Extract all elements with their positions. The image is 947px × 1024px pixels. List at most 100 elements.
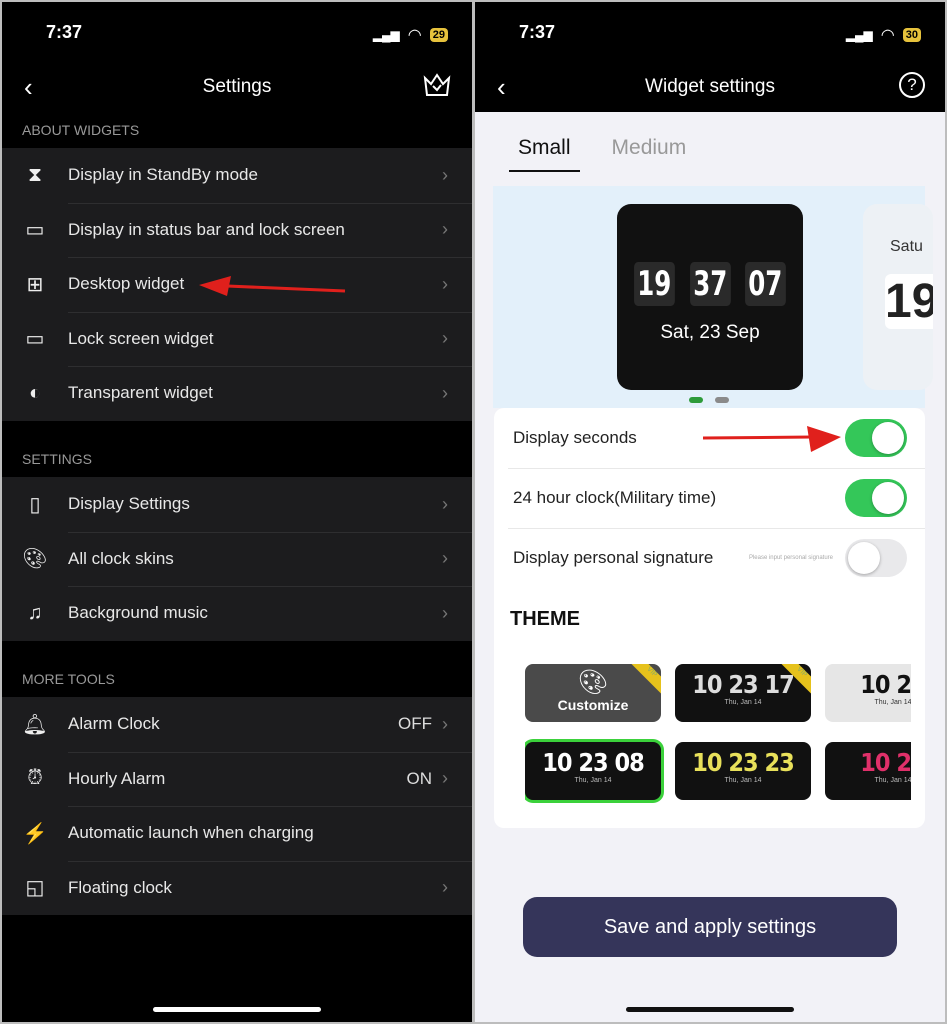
list-item[interactable]: ◱ Floating clock ›	[2, 860, 472, 916]
wifi-icon: ◠	[407, 27, 422, 44]
theme-option[interactable]: 10 23 23 Thu, Jan 14	[675, 742, 811, 800]
page-indicator	[493, 397, 925, 403]
theme-date: Thu, Jan 14	[574, 777, 612, 784]
annotation-arrow-icon	[703, 426, 841, 452]
page-title: Settings	[202, 76, 272, 97]
setting-label: Display personal signature	[513, 548, 714, 567]
battery-icon: 29	[429, 28, 448, 42]
theme-grid: 🎨︎ Customize VIP 10 23 17 Thu, Jan 14 VIP 10 2…	[525, 664, 911, 810]
list-item-label: Background music	[68, 603, 208, 623]
theme-customize[interactable]: 🎨︎ Customize VIP	[525, 664, 661, 722]
toggle-switch[interactable]	[845, 539, 907, 577]
status-time: 7:37	[519, 22, 556, 42]
list-item[interactable]: ▭ Lock screen widget ›	[2, 311, 472, 367]
charging-icon: ⚡	[22, 822, 48, 845]
theme-heading: THEME	[510, 608, 580, 630]
vip-crown-icon[interactable]	[422, 72, 452, 98]
theme-date: Thu, Jan 14	[724, 699, 762, 706]
widget-grid-icon: ⊞	[26, 273, 44, 296]
nav-bar: ‹ Widget settings ?	[475, 64, 945, 108]
battery-icon: 30	[902, 28, 921, 42]
list-item[interactable]: 🔔︎ Alarm Clock OFF ›	[2, 697, 472, 752]
list-item-label: Display in StandBy mode	[68, 165, 258, 185]
theme-option[interactable]: 10 23 17 Thu, Jan 14 VIP	[675, 664, 811, 722]
widget-preview-card-next[interactable]: Satu 19	[863, 204, 933, 390]
bell-icon: 🔔︎	[22, 713, 48, 736]
tablet-icon: ▯	[29, 493, 41, 516]
next-preview-day: Satu	[890, 238, 923, 255]
page-dot-active	[689, 397, 703, 403]
preview-hours: 19	[634, 262, 675, 306]
theme-time: 10 23	[860, 748, 911, 777]
chevron-right-icon: ›	[442, 548, 448, 569]
music-note-icon: ♫	[27, 601, 43, 624]
widget-preview-carousel[interactable]: 19 37 07 Sat, 23 Sep Satu 19	[493, 186, 933, 408]
tab-small[interactable]: Small	[509, 136, 580, 172]
list-item[interactable]: ▯ Display Settings ›	[2, 477, 472, 532]
list-item-label: Floating clock	[68, 877, 172, 897]
half-circle-icon: ◐	[28, 381, 42, 404]
list-item-label: Transparent widget	[68, 383, 213, 403]
page-title: Widget settings	[645, 76, 775, 97]
theme-label: Customize	[557, 697, 629, 713]
save-apply-button[interactable]: Save and apply settings	[523, 897, 897, 957]
home-indicator	[153, 1007, 321, 1012]
setting-label: 24 hour clock(Military time)	[513, 488, 717, 507]
next-preview-digit: 19	[885, 274, 933, 329]
setting-row: 24 hour clock(Military time)	[494, 468, 925, 528]
settings-card: Display seconds 24 hour clock(Military ti…	[494, 408, 925, 828]
list-item-label: Hourly Alarm	[68, 768, 166, 788]
help-icon[interactable]: ?	[899, 72, 925, 98]
preview-minutes: 37	[689, 262, 731, 306]
size-tabs: Small Medium	[509, 136, 686, 172]
tab-medium[interactable]: Medium	[612, 136, 687, 172]
list-item-value: OFF	[398, 714, 432, 734]
theme-option[interactable]: 10 23Thu, Jan 14	[825, 742, 911, 800]
signature-input[interactable]: Please input personal signature	[749, 555, 833, 561]
wifi-icon: ◠	[880, 27, 895, 44]
chevron-right-icon: ›	[442, 164, 448, 185]
preview-seconds: 07	[745, 262, 786, 306]
page-dot	[715, 397, 729, 403]
widget-settings-screen: 7:37 ▂▄▆ ◠ 30 ‹ Widget settings ? Small Me…	[475, 2, 945, 1022]
list-item[interactable]: ⏰︎ Hourly Alarm ON ›	[2, 751, 472, 807]
status-bar: 7:37 ▂▄▆ ◠ 29	[2, 22, 472, 46]
list-item-label: Automatic launch when charging	[68, 823, 314, 843]
list-item[interactable]: ▭ Display in status bar and lock screen ›	[2, 202, 472, 258]
signal-icon: ▂▄▆	[845, 28, 873, 42]
chevron-right-icon: ›	[442, 219, 448, 240]
list-item-label: Alarm Clock	[68, 714, 160, 734]
theme-option[interactable]: 10 23Thu, Jan 14	[825, 664, 911, 722]
widget-preview-card: 19 37 07 Sat, 23 Sep	[617, 204, 803, 390]
list-item[interactable]: 🎨︎ All clock skins ›	[2, 531, 472, 587]
theme-time: 10 23 08	[542, 748, 645, 777]
list-item[interactable]: ⚡ Automatic launch when charging	[2, 806, 472, 861]
list-item[interactable]: ♫ Background music ›	[2, 586, 472, 641]
chevron-right-icon: ›	[442, 768, 448, 789]
signal-icon: ▂▄▆	[372, 28, 400, 42]
chevron-right-icon: ›	[442, 493, 448, 514]
list-item[interactable]: ◐ Transparent widget ›	[2, 366, 472, 421]
theme-option[interactable]: 10 23 08 Thu, Jan 14	[525, 742, 661, 800]
status-bar: 7:37 ▂▄▆ ◠ 30	[475, 22, 945, 46]
section-header: SETTINGS	[22, 451, 93, 467]
setting-row: Display personal signature Please input p…	[494, 528, 925, 588]
chevron-right-icon: ›	[442, 602, 448, 623]
toggle-switch[interactable]	[845, 479, 907, 517]
settings-screen: 7:37 ▂▄▆ ◠ 29 ‹ Settings ABOUT WIDGETS ⧗ Dis…	[2, 2, 472, 1022]
status-bar-icon: ▭	[25, 219, 45, 242]
settings-group: ▯ Display Settings › 🎨︎ All clock skins › ♫ Bac…	[2, 477, 472, 641]
nav-bar: ‹ Settings	[2, 64, 472, 108]
preview-date: Sat, 23 Sep	[660, 322, 760, 343]
chevron-right-icon: ›	[442, 877, 448, 898]
list-item[interactable]: ⧗ Display in StandBy mode ›	[2, 148, 472, 203]
annotation-arrow-icon	[199, 276, 346, 296]
theme-time: 10 23 17	[692, 670, 795, 699]
toggle-switch[interactable]	[845, 419, 907, 457]
settings-group: 🔔︎ Alarm Clock OFF › ⏰︎ Hourly Alarm ON › ⚡ Autom…	[2, 697, 472, 915]
chevron-right-icon: ›	[442, 273, 448, 294]
home-indicator	[626, 1007, 794, 1012]
section-header: ABOUT WIDGETS	[22, 122, 140, 138]
theme-date: Thu, Jan 14	[874, 777, 911, 784]
theme-date: Thu, Jan 14	[724, 777, 762, 784]
